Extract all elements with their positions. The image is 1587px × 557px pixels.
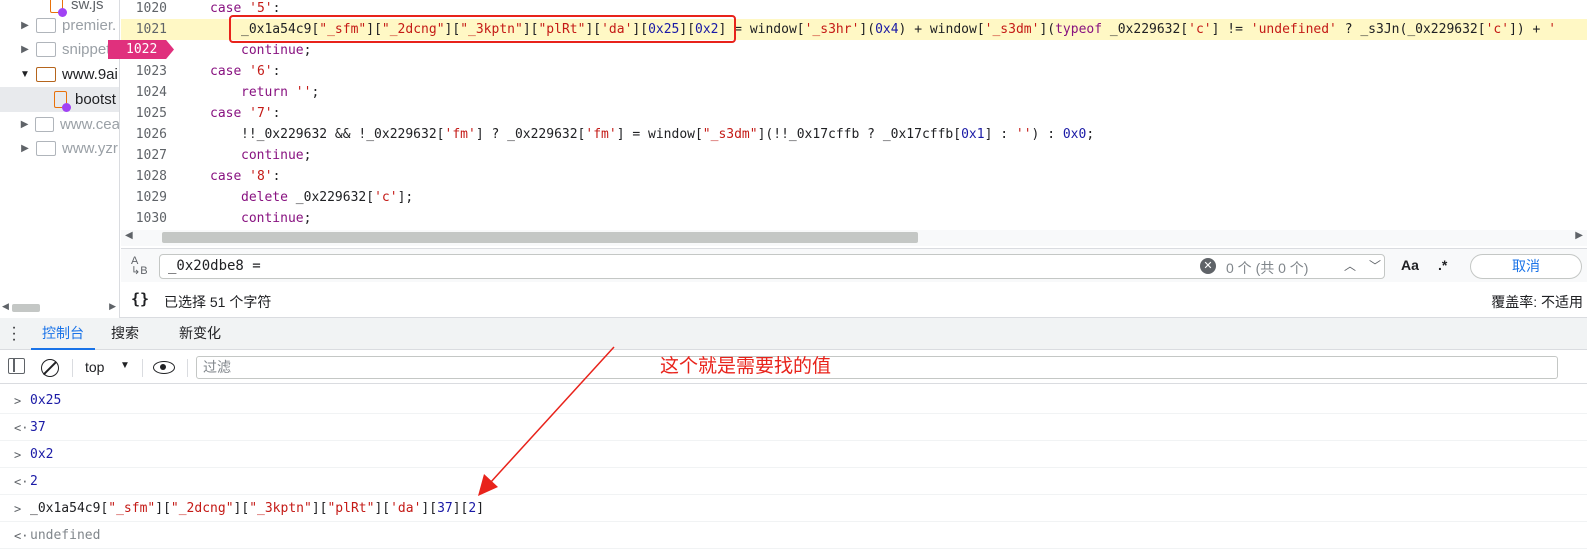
code-text: case '5': xyxy=(210,1,281,16)
dropdown-arrow-icon[interactable]: ▼ xyxy=(120,360,130,371)
code-line: 1025 case '7': xyxy=(135,106,281,121)
tab-console[interactable]: 控制台 xyxy=(31,318,95,350)
console-input-row: > _0x1a54c9["_sfm"]["_2dcng"]["_3kptn"]["… xyxy=(0,496,1587,522)
console-input-row: >0x25 xyxy=(0,388,1587,414)
scrollbar-thumb[interactable] xyxy=(162,232,918,243)
code-text: continue; xyxy=(241,211,312,226)
breakpoint-marker[interactable]: 1022 xyxy=(108,40,174,59)
return-arrow-icon: <· xyxy=(14,420,29,435)
console-output-row: <· undefined xyxy=(0,523,1587,549)
tree-item-label: premier. xyxy=(62,17,117,34)
console-expression: _0x1a54c9["_sfm"]["_2dcng"]["_3kptn"]["p… xyxy=(30,501,485,516)
chevron-down-icon[interactable]: ▼ xyxy=(18,69,32,80)
chevron-down-icon[interactable]: ﹀ xyxy=(1365,255,1385,277)
code-line: 1024 return ''; xyxy=(135,85,320,100)
scroll-left-icon[interactable]: ◀ xyxy=(125,230,133,241)
chevron-right-icon[interactable]: ▶ xyxy=(18,119,31,130)
folder-open-icon xyxy=(36,67,56,82)
coverage-info: 覆盖率: 不适用 xyxy=(1491,294,1583,310)
chevron-right-icon[interactable]: ▶ xyxy=(18,20,32,31)
code-line: 1023 case '6': xyxy=(135,64,281,79)
console-output-row: <· 2 xyxy=(0,469,1587,495)
folder-icon xyxy=(36,18,56,33)
code-text: continue; xyxy=(241,148,312,163)
tab-changes[interactable]: 新变化 xyxy=(179,318,221,350)
context-selector[interactable]: top xyxy=(85,359,104,375)
annotation-text: 这个就是需要找的值 xyxy=(660,356,832,377)
clear-search-icon[interactable]: ✕ xyxy=(1200,258,1216,274)
folder-icon xyxy=(35,117,54,132)
sources-panel: sw.js ▶ premier. ▶ snippet9 ▼ www.9ai boots… xyxy=(0,0,1587,318)
tree-item-label: www.cea xyxy=(59,116,120,133)
chevron-right-icon[interactable]: ▶ xyxy=(18,143,32,154)
console-output[interactable]: >0x25 <· 37 >0x2 <· 2 > _0x1a54c9["_sfm"]["… xyxy=(0,388,1587,557)
scroll-right-icon[interactable]: ▶ xyxy=(1575,230,1583,241)
selection-info: 已选择 51 个字符 xyxy=(164,294,272,310)
filter-input[interactable]: 过滤 xyxy=(196,356,1558,379)
chevron-right-icon: > xyxy=(14,447,22,462)
tree-item-label: www.yzr xyxy=(62,140,118,157)
tab-search[interactable]: 搜索 xyxy=(111,318,139,350)
tree-item-label: sw.js xyxy=(71,0,104,13)
tree-item-premier[interactable]: ▶ premier. xyxy=(0,13,119,38)
chevron-right-icon[interactable]: ▶ xyxy=(18,44,32,55)
code-line: 1027 continue; xyxy=(135,148,312,163)
console-output-row: <· 37 xyxy=(0,415,1587,441)
pretty-print-icon[interactable]: {} xyxy=(131,290,149,308)
divider xyxy=(187,359,188,377)
annotation-highlight-box xyxy=(229,15,736,43)
code-text: return ''; xyxy=(241,85,320,100)
tree-item-cea[interactable]: ▶ www.cea xyxy=(0,112,120,137)
folder-icon xyxy=(36,42,56,57)
chevron-up-icon[interactable]: ︿ xyxy=(1340,255,1360,277)
regex-button[interactable]: .* xyxy=(1438,257,1447,273)
code-text: case '8': xyxy=(210,169,281,184)
js-file-icon xyxy=(50,0,67,17)
drawer-tab-bar: · · · 控制台 搜索 新变化 xyxy=(0,318,1587,350)
code-text: delete _0x229632['c']; xyxy=(241,190,414,205)
console-input-row: >0x2 xyxy=(0,442,1587,468)
editor-horizontal-scrollbar[interactable]: ◀ ▶ xyxy=(121,230,1587,246)
code-line: 1030 continue; xyxy=(135,211,312,226)
cancel-button[interactable]: 取消 xyxy=(1470,254,1582,279)
code-line: 1026 !!_0x229632 && !_0x229632['fm'] ? _0… xyxy=(135,127,1095,142)
tree-horizontal-scrollbar[interactable]: ◀ ▶ xyxy=(0,300,119,316)
return-arrow-icon: <· xyxy=(14,528,29,543)
divider xyxy=(142,359,143,377)
tree-item-label: www.9ai xyxy=(62,66,118,83)
code-text: continue; xyxy=(241,43,312,58)
clear-console-icon[interactable] xyxy=(41,359,59,377)
sidebar-toggle-icon[interactable] xyxy=(8,358,25,374)
file-tree: sw.js ▶ premier. ▶ snippet9 ▼ www.9ai boots… xyxy=(0,0,120,318)
js-file-icon xyxy=(54,91,71,112)
folder-icon xyxy=(36,141,56,156)
scrollbar-thumb[interactable] xyxy=(12,304,40,312)
replace-toggle-icon[interactable]: A ↳B xyxy=(131,256,148,277)
code-text: case '6': xyxy=(210,64,281,79)
code-text: case '7': xyxy=(210,106,281,121)
match-count: 0 个 (共 0 个) xyxy=(1226,260,1309,276)
match-case-button[interactable]: Aa xyxy=(1401,257,1419,273)
editor-status-bar: {} 已选择 51 个字符 覆盖率: 不适用 xyxy=(121,284,1587,316)
scroll-right-icon[interactable]: ▶ xyxy=(109,301,116,312)
tree-item-label: bootst xyxy=(75,91,116,108)
tree-item-yzr[interactable]: ▶ www.yzr xyxy=(0,136,119,161)
divider xyxy=(72,359,73,377)
scroll-left-icon[interactable]: ◀ xyxy=(2,301,9,312)
tree-item-snippet[interactable]: ▶ snippet9 xyxy=(0,37,119,62)
chevron-right-icon: > xyxy=(14,393,22,408)
search-bar: A ↳B _0x20dbe8 = ✕ 0 个 (共 0 个) ︿ ﹀ Aa .* … xyxy=(121,248,1587,282)
chevron-right-icon: > xyxy=(14,501,22,516)
code-text: !!_0x229632 && !_0x229632['fm'] ? _0x229… xyxy=(241,127,1095,142)
tree-item-9ai[interactable]: ▼ www.9ai xyxy=(0,62,119,87)
more-options-icon[interactable]: · · · xyxy=(10,320,18,348)
tree-item-bootstrap-file[interactable]: bootst xyxy=(0,87,119,112)
eye-icon[interactable] xyxy=(153,361,175,374)
code-line: 1028 case '8': xyxy=(135,169,281,184)
code-line: 1029 delete _0x229632['c']; xyxy=(135,190,414,205)
return-arrow-icon: <· xyxy=(14,474,29,489)
code-line: continue; xyxy=(121,40,1587,61)
